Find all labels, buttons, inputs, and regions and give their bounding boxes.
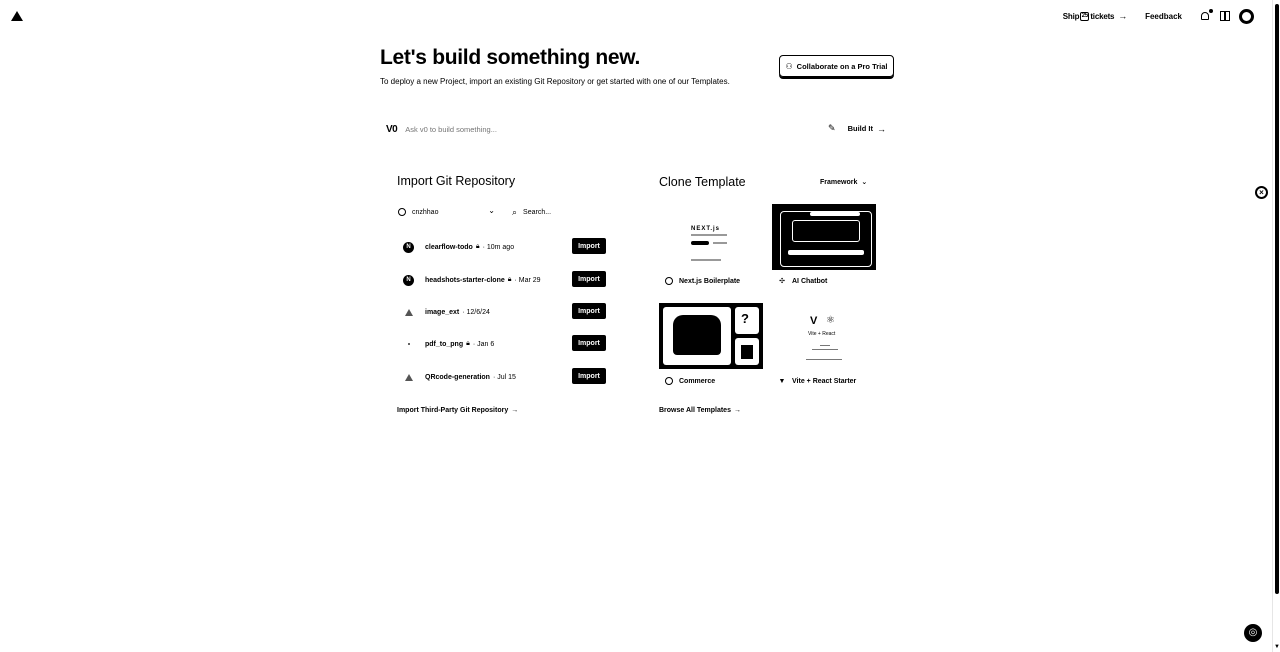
scrollbar-thumb[interactable] [1275,4,1279,594]
repo-date: · Jan 6 [472,340,495,348]
framework-filter[interactable]: Framework ⌄ [820,178,867,186]
repo-name: headshots-starter-clone [425,276,505,284]
ship-prefix: Ship [1062,11,1080,21]
template-thumbnail-commerce[interactable]: ? [659,303,763,369]
commerce-icon [665,377,673,385]
repo-name: image_ext [425,308,460,316]
toolbar-toggle-icon[interactable]: ◎ [1244,624,1262,642]
collaborate-label: Collaborate on a Pro Trial [796,61,888,71]
repo-row: N headshots-starter-clone 🔒︎ · Mar 29 Im… [403,271,609,289]
template-card-ai-chatbot[interactable]: ✣ AI Chatbot [778,277,828,286]
repo-row: image_ext · 12/6/24 Import [403,303,609,321]
clone-section-title: Clone Template [659,175,746,189]
arrow-right-icon: → [733,407,741,414]
browse-label: Browse All Templates [659,407,731,414]
repo-name: clearflow-todo [425,243,473,251]
owner-select[interactable]: cnzhhao ⌄ [398,205,498,219]
page-subtitle: To deploy a new Project, import an exist… [380,77,730,86]
book-icon[interactable] [1220,11,1230,21]
arrow-right-icon: → [877,123,886,134]
scroll-down-icon[interactable]: ▼ [1274,644,1280,650]
page-title: Let's build something new. [380,46,641,69]
search-icon: ⌕ [512,206,518,217]
pencil-icon: ✎ [828,123,836,133]
nextjs-icon [665,277,673,285]
collaborate-pro-trial-button[interactable]: ⚇ Collaborate on a Pro Trial [779,55,894,77]
top-bar: Ship 25 tickets → Feedback [0,0,1270,32]
vite-thumb-title: Vite + React [808,331,836,337]
template-name: AI Chatbot [792,277,828,285]
template-thumbnail-vite[interactable]: V ⚛ Vite + React [772,303,876,369]
import-section-title: Import Git Repository [397,174,516,188]
import-third-party-link[interactable]: Import Third-Party Git Repository → [397,407,518,414]
repo-name: QRcode-generation [425,373,490,381]
browse-all-templates-link[interactable]: Browse All Templates → [659,407,741,414]
chevron-down-icon: ⌄ [861,179,868,186]
vercel-logo-icon[interactable] [11,11,23,21]
repo-row: QRcode-generation · Jul 15 Import [403,368,609,386]
repo-date: · 12/6/24 [462,308,490,316]
repo-name: pdf_to_png [425,340,464,348]
template-name: Next.js Boilerplate [679,277,741,285]
lock-icon: 🔒︎ [475,243,480,250]
repo-date: · Jul 15 [492,373,516,381]
import-button[interactable]: Import [572,271,606,287]
ship-box-icon: 25 [1080,11,1090,21]
top-bar-actions: Ship 25 tickets → Feedback [1063,7,1254,25]
v0-logo-icon: V0 [386,123,398,135]
search-input[interactable]: Search... [523,209,551,216]
import-button[interactable]: Import [572,303,606,319]
nextjs-wordmark: NEXT.js [691,226,721,232]
third-party-label: Import Third-Party Git Repository [397,407,509,414]
nextjs-icon: N [403,241,414,253]
lock-icon: 🔒︎ [466,340,470,347]
template-thumbnail-ai-chatbot[interactable] [772,204,876,270]
template-card-nextjs[interactable]: Next.js Boilerplate [665,277,740,285]
framework-label: Framework [820,179,858,186]
scrollbar[interactable]: ▼ [1272,0,1280,652]
repo-row: N clearflow-todo 🔒︎ · 10m ago Import [403,238,609,256]
repo-dot-icon [403,339,414,350]
nextjs-icon: N [403,274,414,286]
vite-icon: ▼ [778,377,786,385]
ai-chatbot-icon: ✣ [779,278,785,285]
arrow-right-icon: → [1118,11,1128,21]
template-name: Vite + React Starter [792,377,857,385]
import-button[interactable]: Import [572,368,606,384]
v0-prompt-input[interactable] [405,124,786,134]
ship-tickets-link[interactable]: Ship 25 tickets → [1062,11,1128,21]
lock-icon: 🔒︎ [507,276,512,283]
feedback-button[interactable]: Feedback [1145,12,1182,21]
github-icon [398,208,406,216]
repo-row: pdf_to_png 🔒︎ · Jan 6 Import [403,335,609,353]
ship-suffix: tickets [1090,11,1115,21]
import-button[interactable]: Import [572,238,606,254]
v0-prompt-bar: V0 ✎ Build It → [380,115,895,143]
template-card-commerce[interactable]: Commerce [665,377,715,385]
vercel-triangle-icon [403,372,414,383]
chevron-down-icon: ⌄ [488,206,495,215]
template-card-vite[interactable]: ▼ Vite + React Starter [778,377,857,385]
extension-icon[interactable]: × [1255,186,1268,199]
import-button[interactable]: Import [572,335,606,351]
repo-date: · 10m ago [482,243,515,251]
template-name: Commerce [679,377,716,385]
build-it-button[interactable]: ✎ Build It → [828,123,886,134]
repo-date: · Mar 29 [514,276,541,284]
build-it-label: Build It [847,124,873,133]
avatar[interactable] [1239,8,1254,24]
repo-search[interactable]: ⌕ Search... [512,205,607,219]
bell-icon[interactable] [1200,9,1213,22]
add-user-icon: ⚇ [785,61,793,71]
template-thumbnail-nextjs[interactable]: NEXT.js [659,204,763,270]
owner-name: cnzhhao [412,208,439,216]
vercel-triangle-icon [403,307,414,318]
arrow-right-icon: → [511,407,519,414]
